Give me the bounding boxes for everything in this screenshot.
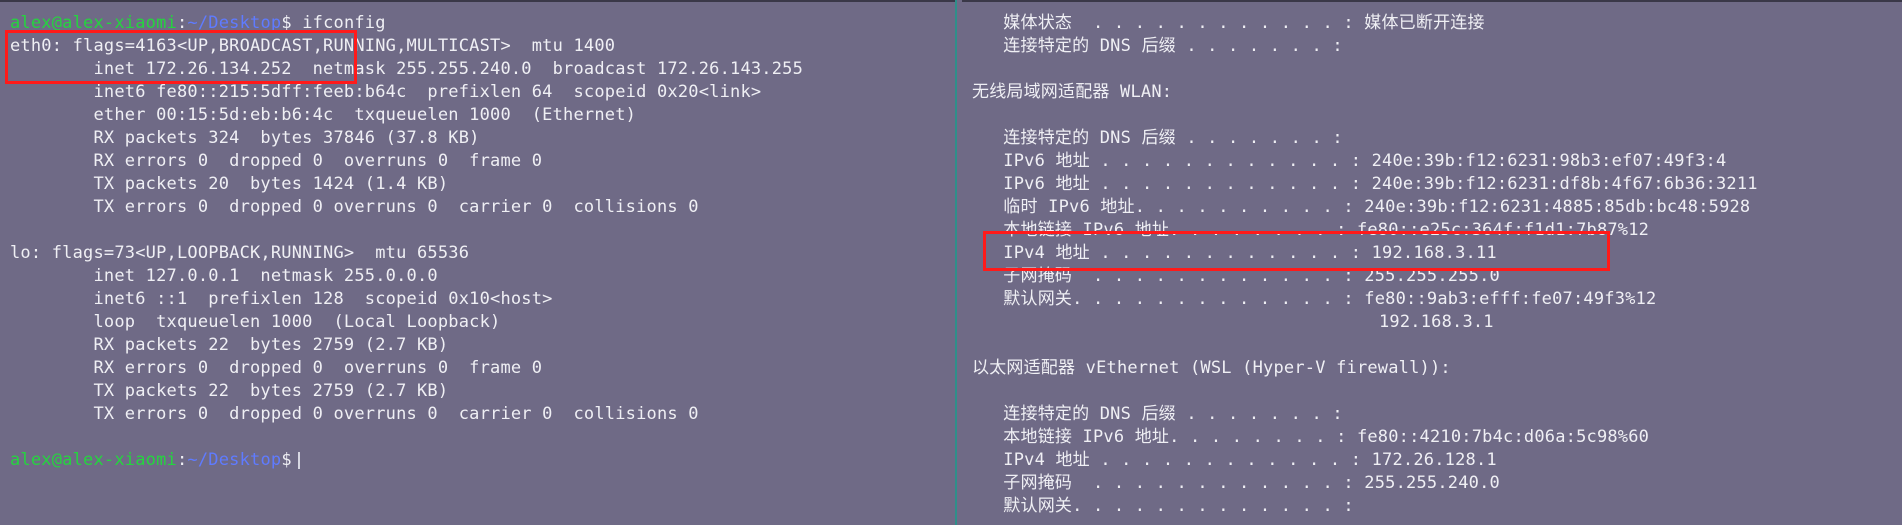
output-line: inet6 ::1 prefixlen 128 scopeid 0x10<hos… <box>10 289 553 309</box>
output-line: inet 127.0.0.1 netmask 255.0.0.0 <box>10 266 438 286</box>
output-line: lo: flags=73<UP,LOOPBACK,RUNNING> mtu 65… <box>10 243 470 263</box>
command-line: alex@alex-xiaomi:~/Desktop$ ifconfig <box>10 12 803 35</box>
prompt-user: alex@alex-xiaomi <box>10 13 177 33</box>
windows-terminal-pane[interactable]: 媒体状态 . . . . . . . . . . . . : 媒体已断开连接 连… <box>962 2 1902 525</box>
output-line: TX packets 22 bytes 2759 (2.7 KB) <box>10 381 449 401</box>
prompt-user: alex@alex-xiaomi <box>10 450 177 470</box>
output-line: TX errors 0 dropped 0 overruns 0 carrier… <box>10 404 699 424</box>
output-line: IPv4 地址 . . . . . . . . . . . . : 172.26… <box>972 450 1497 470</box>
output-line: 子网掩码 . . . . . . . . . . . . : 255.255.2… <box>972 473 1500 493</box>
output-line: TX errors 0 dropped 0 overruns 0 carrier… <box>10 197 699 217</box>
output-line: 连接特定的 DNS 后缀 . . . . . . . : <box>972 36 1343 56</box>
prompt-path: ~/Desktop <box>187 13 282 33</box>
command-text: ifconfig <box>302 13 386 33</box>
prompt-symbol: $ <box>281 13 292 33</box>
output-line: 媒体状态 . . . . . . . . . . . . : 媒体已断开连接 <box>972 13 1485 33</box>
prompt-line[interactable]: alex@alex-xiaomi:~/Desktop$ <box>10 449 803 472</box>
output-line: 本地链接 IPv6 地址. . . . . . . . : fe80::4210… <box>972 427 1650 447</box>
text-cursor <box>297 451 300 469</box>
output-line: inet6 fe80::215:5dff:feeb:b64c prefixlen… <box>10 82 762 102</box>
prompt-separator: : <box>176 450 188 470</box>
output-line: ether 00:15:5d:eb:b6:4c txqueuelen 1000 … <box>10 105 637 125</box>
output-line: loop txqueuelen 1000 (Local Loopback) <box>10 312 501 332</box>
output-line: 默认网关. . . . . . . . . . . . . : <box>972 496 1354 516</box>
output-line: 连接特定的 DNS 后缀 . . . . . . . : <box>972 404 1343 424</box>
output-line: 本地链接 IPv6 地址. . . . . . . . : fe80::e25c… <box>972 220 1650 240</box>
linux-terminal-pane[interactable]: alex@alex-xiaomi:~/Desktop$ ifconfig eth… <box>0 2 955 525</box>
terminal-output: 媒体状态 . . . . . . . . . . . . : 媒体已断开连接 连… <box>972 12 1758 518</box>
output-line: 子网掩码 . . . . . . . . . . . . : 255.255.2… <box>972 266 1500 286</box>
output-line: IPv6 地址 . . . . . . . . . . . . : 240e:3… <box>972 151 1727 171</box>
prompt-separator: : <box>176 13 188 33</box>
output-line: RX errors 0 dropped 0 overruns 0 frame 0 <box>10 358 543 378</box>
output-line: 临时 IPv6 地址. . . . . . . . . . : 240e:39b… <box>972 197 1751 217</box>
terminal-output: alex@alex-xiaomi:~/Desktop$ ifconfig eth… <box>10 12 803 472</box>
output-line: RX errors 0 dropped 0 overruns 0 frame 0 <box>10 151 543 171</box>
prompt-symbol: $ <box>281 450 292 470</box>
output-line: eth0: flags=4163<UP,BROADCAST,RUNNING,MU… <box>10 36 616 56</box>
output-line: 连接特定的 DNS 后缀 . . . . . . . : <box>972 128 1343 148</box>
output-line: IPv4 地址 . . . . . . . . . . . . : 192.16… <box>972 243 1497 263</box>
output-line: TX packets 20 bytes 1424 (1.4 KB) <box>10 174 449 194</box>
output-line: RX packets 22 bytes 2759 (2.7 KB) <box>10 335 449 355</box>
output-line: IPv6 地址 . . . . . . . . . . . . : 240e:3… <box>972 174 1758 194</box>
output-line: RX packets 324 bytes 37846 (37.8 KB) <box>10 128 480 148</box>
output-line: 以太网适配器 vEthernet (WSL (Hyper-V firewall)… <box>972 358 1451 378</box>
pane-divider[interactable] <box>955 0 962 525</box>
output-line: 默认网关. . . . . . . . . . . . . : fe80::9a… <box>972 289 1657 309</box>
output-line: inet 172.26.134.252 netmask 255.255.240.… <box>10 59 804 79</box>
prompt-path: ~/Desktop <box>187 450 282 470</box>
output-line: 无线局域网适配器 WLAN: <box>972 82 1173 102</box>
output-line: 192.168.3.1 <box>972 312 1494 332</box>
